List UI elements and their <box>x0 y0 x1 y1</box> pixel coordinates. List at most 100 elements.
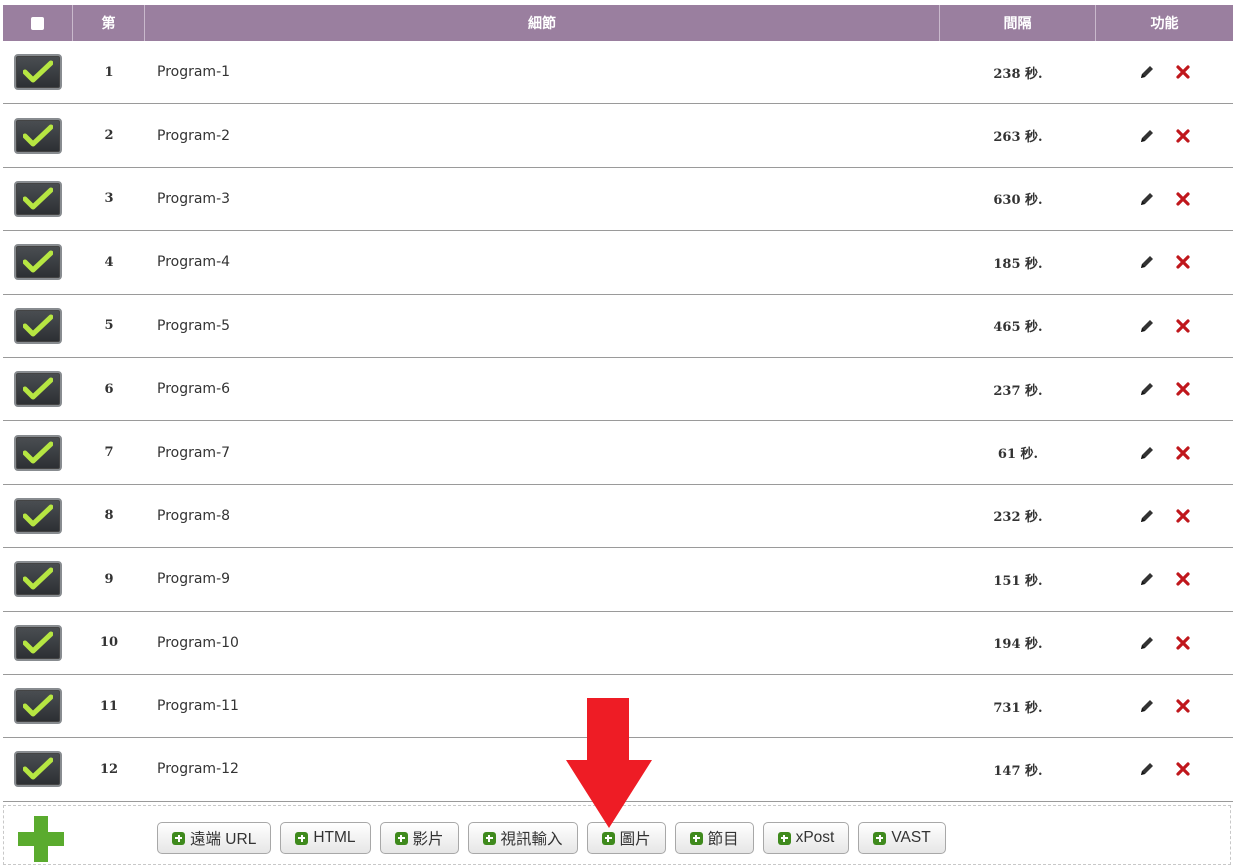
row-interval: 232 秒. <box>993 510 1043 526</box>
pencil-icon[interactable] <box>1139 571 1155 587</box>
row-number: 8 <box>104 508 114 524</box>
row-checkbox[interactable] <box>14 624 62 661</box>
row-select-cell <box>3 738 73 800</box>
row-number: 9 <box>104 571 114 587</box>
row-actions <box>1096 231 1233 293</box>
add-xpost-button[interactable]: xPost <box>762 822 850 854</box>
button-label: 影片 <box>412 831 444 848</box>
row-number: 5 <box>104 318 114 334</box>
add-program-button[interactable]: 節目 <box>674 822 754 854</box>
row-actions <box>1096 738 1233 800</box>
pencil-icon[interactable] <box>1139 64 1155 80</box>
close-icon[interactable] <box>1175 318 1191 334</box>
table-row: 10 Program-10 194 秒. <box>3 612 1233 675</box>
row-detail: Program-5 <box>157 317 231 334</box>
row-checkbox[interactable] <box>14 180 62 217</box>
program-table: 第 細節 間隔 功能 1 Program-1 238 秒. 2 Program-… <box>3 5 1233 802</box>
row-interval: 151 秒. <box>993 573 1043 589</box>
row-checkbox[interactable] <box>14 751 62 788</box>
row-actions <box>1096 612 1233 674</box>
close-icon[interactable] <box>1175 128 1191 144</box>
check-icon <box>23 124 53 147</box>
row-checkbox[interactable] <box>14 688 62 725</box>
row-detail: Program-9 <box>157 571 231 588</box>
row-select-cell <box>3 168 73 230</box>
plus-icon <box>172 831 185 845</box>
row-interval: 194 秒. <box>993 637 1043 653</box>
header-interval: 間隔 <box>940 5 1096 41</box>
row-number: 12 <box>99 761 119 777</box>
add-vast-button[interactable]: VAST <box>858 822 946 854</box>
plus-icon <box>873 831 887 845</box>
add-html-button[interactable]: HTML <box>280 822 371 854</box>
row-number: 1 <box>104 64 114 80</box>
add-video-input-button[interactable]: 視訊輸入 <box>467 822 578 854</box>
button-label: 節目 <box>707 831 739 848</box>
pencil-icon[interactable] <box>1139 761 1155 777</box>
close-icon[interactable] <box>1175 571 1191 587</box>
check-icon <box>23 694 53 717</box>
row-select-cell <box>3 548 73 610</box>
row-select-cell <box>3 612 73 674</box>
pencil-icon[interactable] <box>1139 191 1155 207</box>
row-actions <box>1096 295 1233 357</box>
pencil-icon[interactable] <box>1139 698 1155 714</box>
close-icon[interactable] <box>1175 254 1191 270</box>
row-interval: 61 秒. <box>997 447 1039 463</box>
table-header: 第 細節 間隔 功能 <box>3 5 1233 41</box>
close-icon[interactable] <box>1175 698 1191 714</box>
select-all-checkbox[interactable] <box>31 16 44 30</box>
check-icon <box>23 187 53 210</box>
button-label: 遠端 URL <box>190 831 257 848</box>
plus-icon <box>689 831 703 845</box>
row-checkbox[interactable] <box>14 561 62 598</box>
row-detail: Program-1 <box>157 64 231 81</box>
check-icon <box>23 441 53 464</box>
row-interval: 731 秒. <box>993 700 1043 716</box>
row-interval: 465 秒. <box>993 320 1043 336</box>
pencil-icon[interactable] <box>1139 635 1155 651</box>
pencil-icon[interactable] <box>1139 254 1155 270</box>
row-number: 11 <box>99 698 119 714</box>
pencil-icon[interactable] <box>1139 318 1155 334</box>
table-row: 4 Program-4 185 秒. <box>3 231 1233 295</box>
close-icon[interactable] <box>1175 381 1191 397</box>
close-icon[interactable] <box>1175 64 1191 80</box>
row-checkbox[interactable] <box>14 244 62 281</box>
table-row: 6 Program-6 237 秒. <box>3 358 1233 422</box>
row-checkbox[interactable] <box>14 54 62 91</box>
row-detail: Program-8 <box>157 507 231 524</box>
row-actions <box>1096 421 1233 483</box>
row-detail: Program-12 <box>157 761 239 778</box>
add-remote-url-button[interactable]: 遠端 URL <box>157 822 272 854</box>
close-icon[interactable] <box>1175 508 1191 524</box>
row-actions <box>1096 675 1233 737</box>
row-checkbox[interactable] <box>14 117 62 154</box>
pencil-icon[interactable] <box>1139 381 1155 397</box>
plus-icon <box>394 831 408 845</box>
plus-icon <box>482 831 496 845</box>
pencil-icon[interactable] <box>1139 508 1155 524</box>
plus-icon[interactable] <box>18 816 64 866</box>
close-icon[interactable] <box>1175 191 1191 207</box>
add-video-button[interactable]: 影片 <box>379 822 459 854</box>
button-label: VAST <box>891 829 931 846</box>
check-icon <box>23 757 53 780</box>
row-select-cell <box>3 421 73 483</box>
close-icon[interactable] <box>1175 761 1191 777</box>
row-detail: Program-7 <box>157 444 231 461</box>
button-label: 視訊輸入 <box>500 831 563 848</box>
table-row: 7 Program-7 61 秒. <box>3 421 1233 485</box>
row-checkbox[interactable] <box>14 434 62 471</box>
row-checkbox[interactable] <box>14 307 62 344</box>
row-select-cell <box>3 295 73 357</box>
pencil-icon[interactable] <box>1139 445 1155 461</box>
close-icon[interactable] <box>1175 635 1191 651</box>
pencil-icon[interactable] <box>1139 128 1155 144</box>
row-checkbox[interactable] <box>14 497 62 534</box>
row-checkbox[interactable] <box>14 371 62 408</box>
add-buttons-group: 遠端 URL HTML 影片 視訊輸入 圖片 節目 xPost VAST <box>157 822 946 854</box>
close-icon[interactable] <box>1175 445 1191 461</box>
table-body: 1 Program-1 238 秒. 2 Program-2 263 秒. 3 … <box>3 41 1233 802</box>
row-interval: 238 秒. <box>993 66 1043 82</box>
